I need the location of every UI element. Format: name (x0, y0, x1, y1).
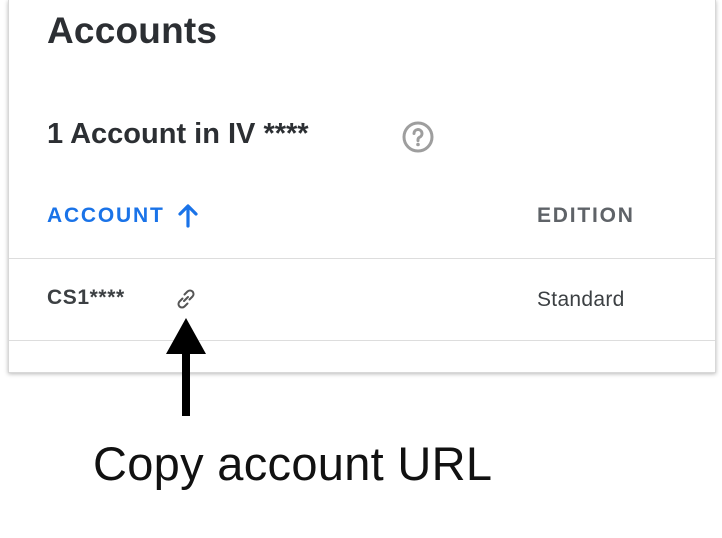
account-edition: Standard (537, 288, 625, 311)
column-header-account[interactable]: ACCOUNT (47, 204, 199, 228)
column-header-account-label: ACCOUNT (47, 204, 165, 227)
account-name-link[interactable]: CS1**** (47, 286, 125, 310)
section-title: 1 Account in IV **** (47, 118, 309, 150)
sort-ascending-icon (177, 204, 198, 228)
annotation-label: Copy account URL (93, 437, 493, 490)
row-divider (9, 340, 715, 341)
page-title: Accounts (47, 10, 218, 51)
arrow-up-icon (166, 318, 206, 416)
column-header-edition[interactable]: EDITION (537, 204, 635, 228)
accounts-panel: Accounts 1 Account in IV **** ACCOUNT ED… (8, 0, 716, 373)
header-divider (9, 258, 715, 259)
question-circle-icon[interactable] (402, 121, 434, 153)
link-icon[interactable] (173, 286, 199, 312)
